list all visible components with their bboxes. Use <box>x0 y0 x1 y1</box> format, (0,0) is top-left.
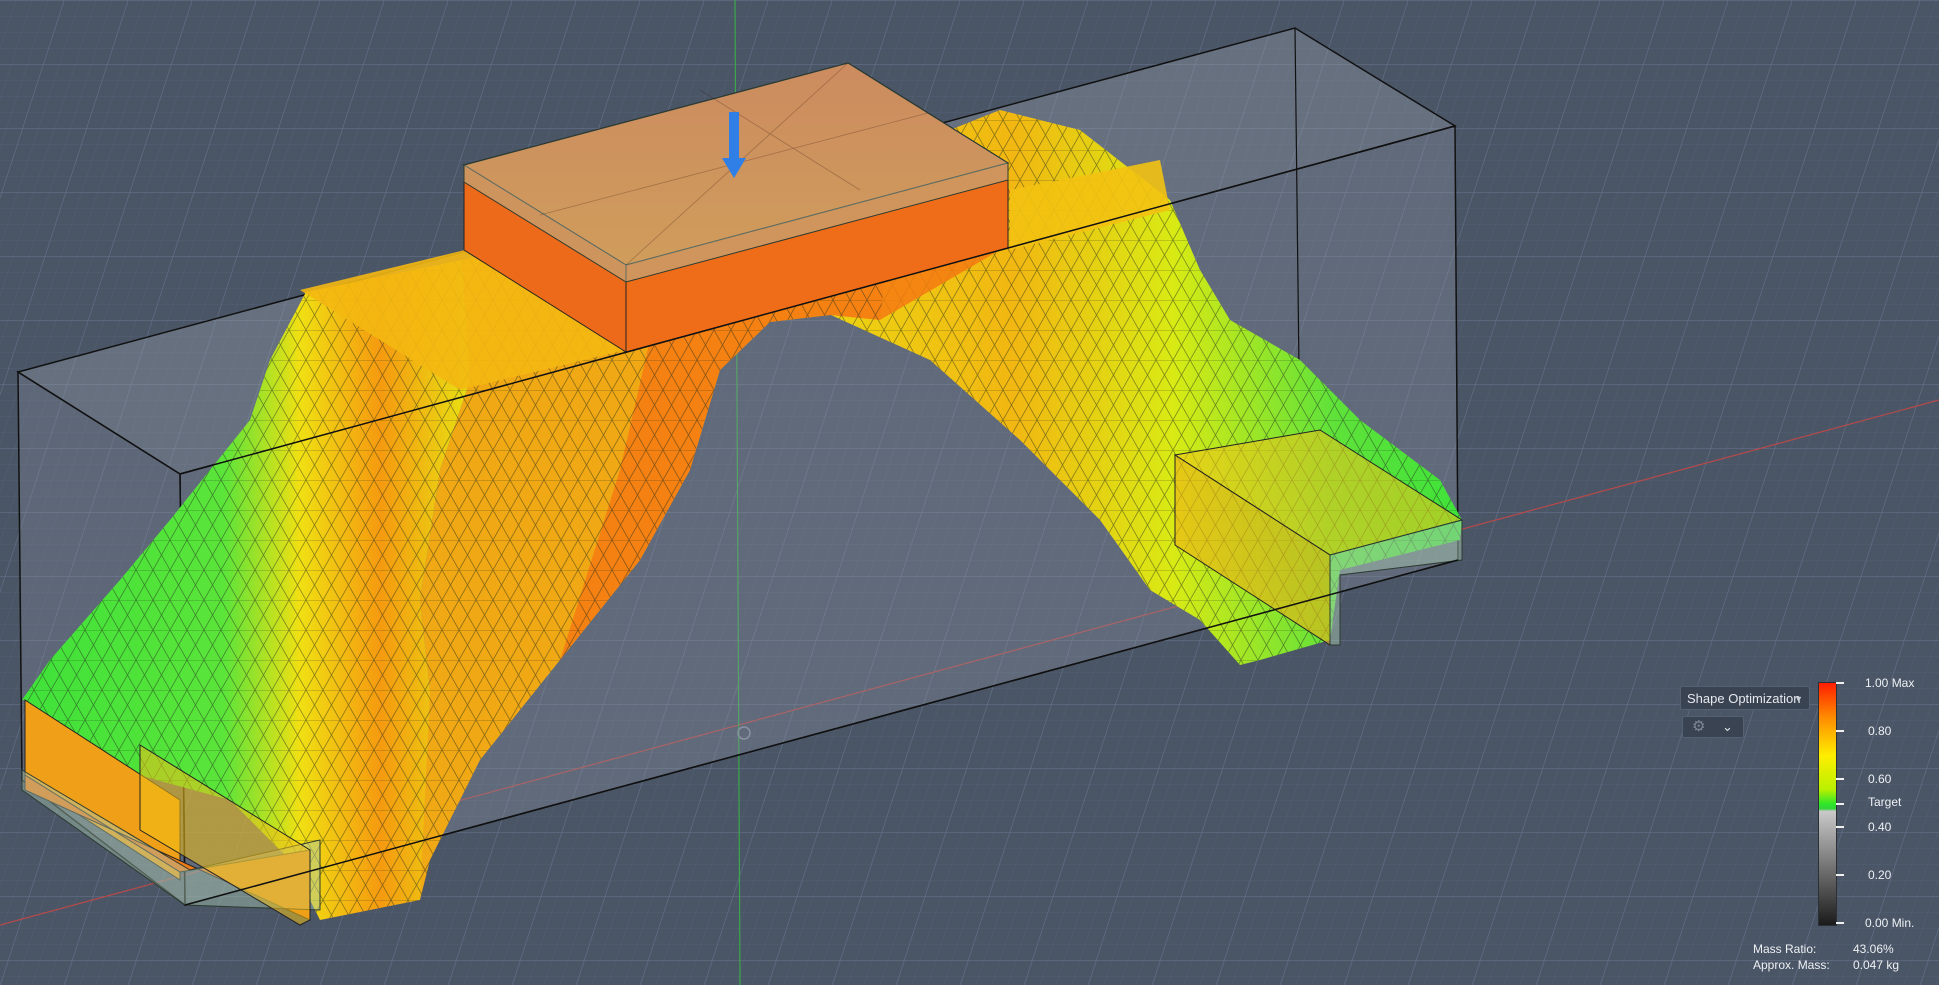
legend-label-040: 0.40 <box>1868 820 1892 834</box>
legend-label-080: 0.80 <box>1868 724 1892 738</box>
viewport-canvas[interactable] <box>0 0 1939 985</box>
legend-settings-button[interactable]: ⚙ ⌄ <box>1682 716 1744 738</box>
legend-label-target: Target <box>1868 795 1902 809</box>
gear-icon: ⚙ <box>1692 718 1706 735</box>
colorbar <box>1818 682 1837 926</box>
colorbar-tick-080 <box>1836 730 1844 732</box>
study-type-dropdown[interactable]: Shape Optimization ▼ <box>1680 686 1810 710</box>
approx-mass-label: Approx. Mass: <box>1753 958 1830 972</box>
legend-label-max: 1.00 Max <box>1865 676 1915 690</box>
colorbar-tick-040 <box>1836 826 1844 828</box>
colorbar-tick-min <box>1836 922 1844 924</box>
caret-down-icon: ▼ <box>1794 694 1803 704</box>
approx-mass-value: 0.047 kg <box>1853 958 1900 972</box>
colorbar-tick-020 <box>1836 874 1844 876</box>
colorbar-tick-060 <box>1836 778 1844 780</box>
mass-ratio-value: 43.06% <box>1853 942 1894 956</box>
study-type-label: Shape Optimization <box>1687 691 1801 706</box>
legend-label-min: 0.00 Min. <box>1865 916 1915 930</box>
mass-ratio-label: Mass Ratio: <box>1753 942 1817 956</box>
chevron-down-icon: ⌄ <box>1722 719 1733 734</box>
legend-label-020: 0.20 <box>1868 868 1892 882</box>
colorbar-tick-max <box>1836 682 1844 684</box>
3d-viewport[interactable] <box>0 0 1939 985</box>
colorbar-tick-target <box>1836 803 1844 805</box>
legend-label-060: 0.60 <box>1868 772 1892 786</box>
